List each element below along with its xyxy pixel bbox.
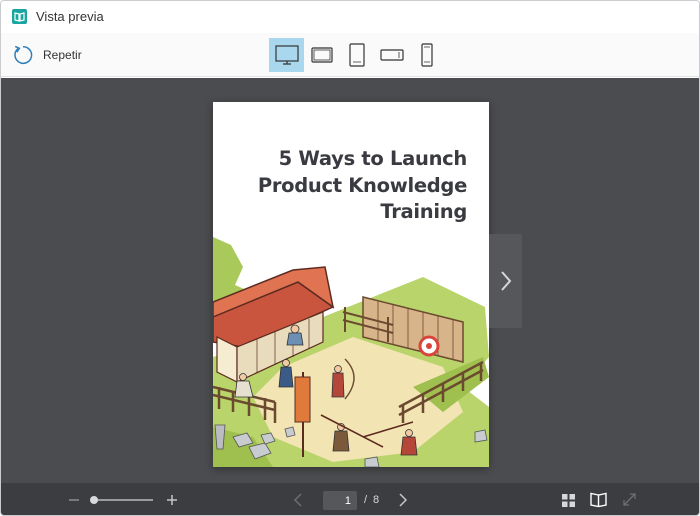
zoom-in-icon[interactable]	[165, 491, 179, 509]
toolbar: Repetir	[1, 33, 699, 77]
chevron-right-icon	[500, 271, 511, 291]
desktop-icon	[274, 45, 299, 65]
zoom-slider-track[interactable]	[92, 499, 153, 501]
device-desktop-button[interactable]	[269, 38, 304, 72]
fullscreen-icon[interactable]	[622, 492, 637, 507]
replay-button[interactable]: Repetir	[12, 42, 82, 68]
replay-icon	[14, 45, 33, 65]
footer-bar: / 8	[1, 483, 699, 515]
cover-title-line: 5 Ways to Launch	[278, 147, 468, 170]
tablet-landscape-icon	[310, 47, 333, 63]
page-total: 8	[373, 494, 380, 506]
window-title: Vista previa	[36, 9, 104, 24]
tablet-portrait-icon	[348, 43, 365, 67]
previous-page-icon[interactable]	[291, 492, 305, 508]
page-number-input[interactable]	[323, 491, 357, 510]
cover-title: 5 Ways to Launch Product Knowledge Train…	[227, 146, 467, 226]
next-page-arrow[interactable]	[489, 234, 522, 328]
replay-label: Repetir	[43, 48, 82, 62]
zoom-out-icon[interactable]	[67, 491, 81, 509]
device-selector	[269, 38, 444, 72]
preview-stage: 5 Ways to Launch Product Knowledge Train…	[1, 78, 699, 483]
cover-title-line: Product Knowledge	[257, 173, 467, 197]
book-view-icon[interactable]	[589, 492, 608, 508]
device-tablet-portrait-button[interactable]	[339, 38, 374, 72]
thumbnail-grid-icon[interactable]	[561, 493, 576, 508]
book-preview-icon	[12, 9, 27, 24]
phone-landscape-icon	[379, 49, 404, 61]
device-tablet-landscape-button[interactable]	[304, 38, 339, 72]
cover-page: 5 Ways to Launch Product Knowledge Train…	[213, 102, 489, 467]
title-bar: Vista previa	[1, 1, 699, 33]
zoom-slider-handle[interactable]	[90, 496, 98, 504]
cover-title-line: Training	[380, 200, 467, 223]
device-phone-landscape-button[interactable]	[374, 38, 409, 72]
page-separator: /	[364, 494, 368, 506]
cover-illustration	[213, 237, 489, 467]
device-phone-portrait-button[interactable]	[409, 38, 444, 72]
preview-window: Vista previa Repetir 5 Ways to Launch Pr…	[0, 0, 700, 516]
phone-portrait-icon	[420, 43, 433, 67]
next-page-icon[interactable]	[396, 492, 410, 508]
